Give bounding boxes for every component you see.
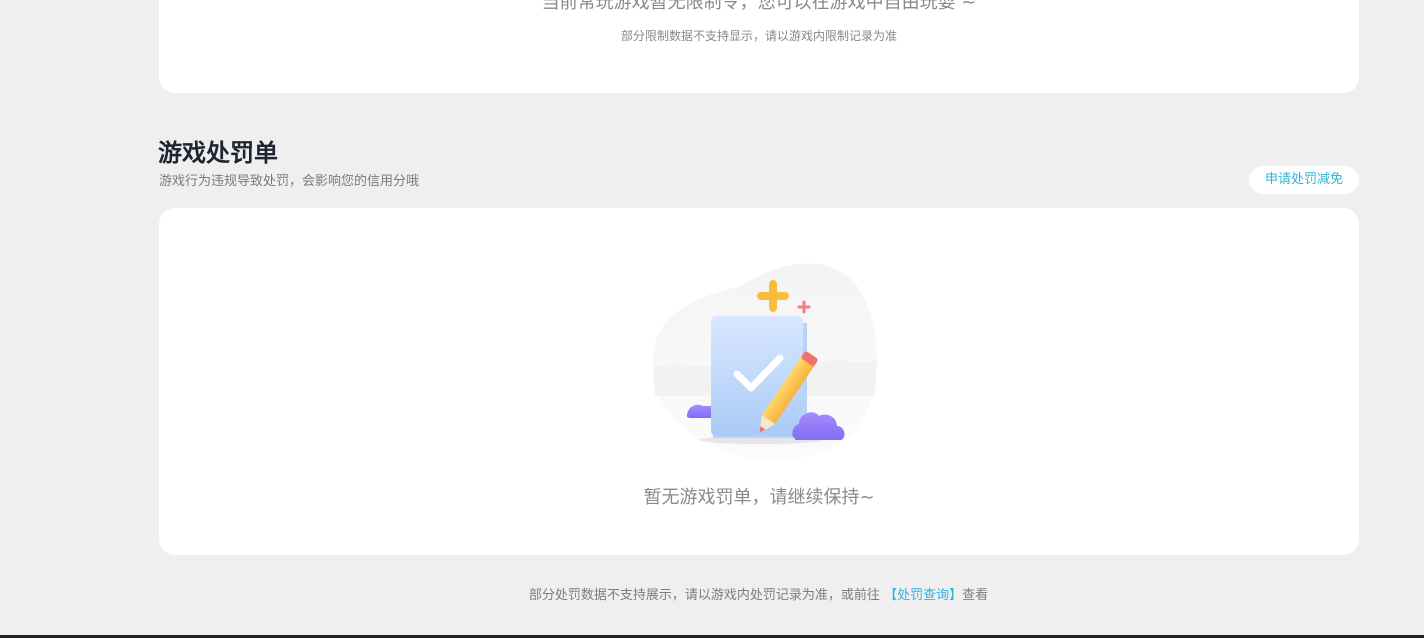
empty-penalty-text: 暂无游戏罚单，请继续保持~ (643, 487, 875, 508)
restriction-status-text: 当前常玩游戏暂无限制令，您可以在游戏中自由玩耍 ~ (541, 0, 977, 13)
penalty-card: 暂无游戏罚单，请继续保持~ (159, 208, 1359, 555)
restriction-card: 当前常玩游戏暂无限制令，您可以在游戏中自由玩耍 ~ 部分限制数据不支持显示，请以… (159, 0, 1359, 93)
page: 当前常玩游戏暂无限制令，您可以在游戏中自由玩耍 ~ 部分限制数据不支持显示，请以… (0, 0, 1424, 638)
penalty-section-subtitle: 游戏行为违规导致处罚，会影响您的信用分哦 (159, 174, 420, 189)
restriction-note: 部分限制数据不支持显示，请以游戏内限制记录为准 (620, 29, 897, 43)
checklist-pencil-icon (652, 263, 877, 460)
footer-note-text: 部分处罚数据不支持展示，请以游戏内处罚记录为准，或前往 (528, 588, 880, 603)
penalty-query-link[interactable]: 【处罚查询】 (884, 588, 962, 603)
footer-note-suffix: 查看 (962, 588, 989, 603)
apply-penalty-reduction-button[interactable]: 申请处罚减免 (1249, 166, 1359, 194)
penalty-section-title: 游戏处罚单 (158, 139, 278, 167)
footer-note: 部分处罚数据不支持展示，请以游戏内处罚记录为准，或前往 【处罚查询】查看 (0, 586, 1424, 606)
